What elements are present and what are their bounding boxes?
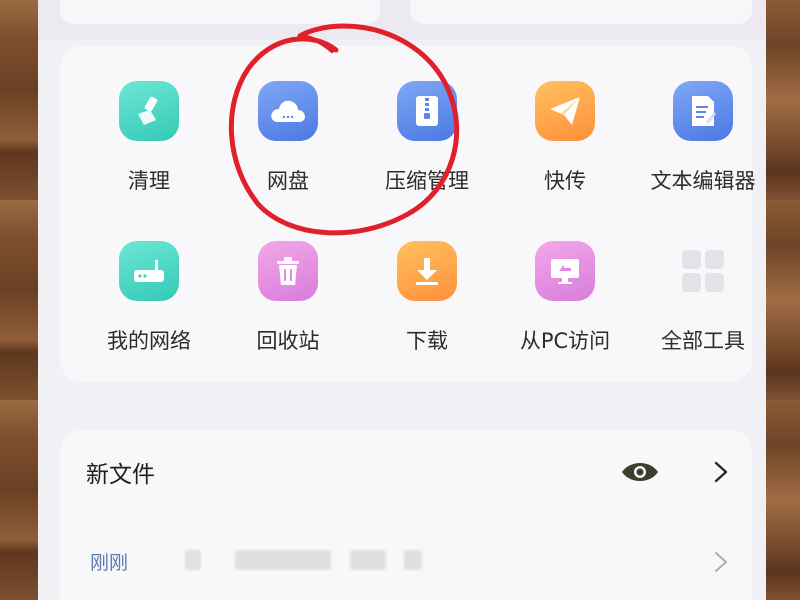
phone-screen: 清理 网盘 压缩管理 快传 文本编辑器 我的网络 回收站 下载 从PC访问 全部…: [38, 0, 766, 600]
tool-my-network[interactable]: 我的网络: [74, 241, 224, 361]
blurred-content: [404, 550, 422, 570]
cloud-icon: [258, 81, 318, 141]
tool-label: 下载: [406, 329, 448, 353]
tool-text-editor[interactable]: 文本编辑器: [628, 81, 766, 201]
tool-download[interactable]: 下载: [352, 241, 502, 361]
blurred-content: [235, 550, 331, 570]
tool-access-from-pc[interactable]: 从PC访问: [490, 241, 640, 361]
chevron-right-icon[interactable]: [710, 460, 732, 484]
tool-label: 从PC访问: [519, 329, 611, 353]
blurred-content: [350, 550, 386, 570]
tool-quick-share[interactable]: 快传: [490, 81, 640, 201]
tool-label: 网盘: [267, 169, 309, 193]
paper-plane-icon: [535, 81, 595, 141]
tool-label: 快传: [544, 169, 586, 193]
top-card-edge: [38, 0, 766, 40]
broom-icon: [119, 81, 179, 141]
wood-background-left: [0, 0, 40, 600]
tool-label: 我的网络: [107, 329, 191, 353]
tool-all-tools[interactable]: 全部工具: [628, 241, 766, 361]
document-edit-icon: [673, 81, 733, 141]
tool-label: 文本编辑器: [650, 169, 756, 193]
eye-icon[interactable]: [620, 458, 660, 486]
tool-label: 清理: [128, 169, 170, 193]
tool-zip[interactable]: 压缩管理: [352, 81, 502, 201]
tool-clean[interactable]: 清理: [74, 81, 224, 201]
monitor-icon: [535, 241, 595, 301]
zip-icon: [397, 81, 457, 141]
chevron-right-icon[interactable]: [710, 550, 732, 574]
router-icon: [119, 241, 179, 301]
tool-recycle-bin[interactable]: 回收站: [213, 241, 363, 361]
wood-background-right: [764, 0, 800, 600]
download-icon: [397, 241, 457, 301]
grid-icon: [673, 241, 733, 301]
tool-label: 压缩管理: [385, 169, 469, 193]
tool-label: 回收站: [256, 329, 320, 353]
recent-time-label: 刚刚: [90, 552, 129, 574]
blurred-content: [185, 550, 201, 570]
section-title: 新文件: [86, 462, 155, 488]
trash-icon: [258, 241, 318, 301]
tools-grid: 清理 网盘 压缩管理 快传 文本编辑器 我的网络 回收站 下载 从PC访问 全部…: [60, 46, 756, 382]
new-files-card: 新文件 刚刚: [60, 430, 752, 600]
tool-label: 全部工具: [661, 329, 745, 353]
tool-cloud-drive[interactable]: 网盘: [213, 81, 363, 201]
